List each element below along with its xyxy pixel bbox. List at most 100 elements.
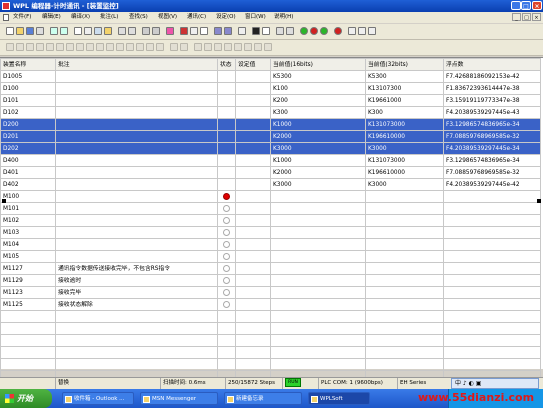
contact-nc-icon[interactable]: [16, 43, 24, 51]
table-row[interactable]: M105: [0, 250, 541, 263]
status-cell[interactable]: [217, 346, 236, 359]
vertical-line-icon[interactable]: [116, 43, 124, 51]
device-name-cell[interactable]: M105: [0, 250, 56, 263]
value-16-cell[interactable]: K5300: [270, 70, 366, 83]
value-16-cell[interactable]: [270, 190, 366, 203]
value-32-cell[interactable]: [365, 190, 444, 203]
table-row[interactable]: M104: [0, 238, 541, 251]
set-value-cell[interactable]: [235, 346, 271, 359]
parallel-nc-icon[interactable]: [36, 43, 44, 51]
value-32-cell[interactable]: K196610000: [365, 130, 444, 143]
value-32-cell[interactable]: [365, 250, 444, 263]
find-icon[interactable]: [118, 27, 126, 35]
task-outlook[interactable]: 收件箱 - Outlook ...: [62, 392, 134, 405]
ime-toolbar[interactable]: 中 ♪ ◐ ▣: [451, 378, 539, 389]
value-16-cell[interactable]: [270, 274, 366, 287]
status-cell[interactable]: [217, 82, 236, 95]
table-row[interactable]: D101 K200 K19661000 F3.15919119773347e-38: [0, 94, 541, 107]
value-32-cell[interactable]: K3000: [365, 142, 444, 155]
open-folder-icon[interactable]: [16, 27, 24, 35]
value-16-cell[interactable]: [270, 334, 366, 347]
set-value-cell[interactable]: [235, 226, 271, 239]
device-name-cell[interactable]: M101: [0, 202, 56, 215]
set-value-cell[interactable]: [235, 130, 271, 143]
horizontal-line-icon[interactable]: [126, 43, 134, 51]
device-name-cell[interactable]: D401: [0, 166, 56, 179]
set-value-cell[interactable]: [235, 310, 271, 323]
delete-line-icon[interactable]: [136, 43, 144, 51]
instruction-mode-icon[interactable]: [190, 27, 198, 35]
jump-icon[interactable]: [180, 43, 188, 51]
float-cell[interactable]: [443, 202, 541, 215]
value-16-cell[interactable]: [270, 358, 366, 371]
table-row[interactable]: D402 K3000 K3000 F4.20389539297445e-42: [0, 178, 541, 191]
ladder-mode-icon[interactable]: [180, 27, 188, 35]
value-32-cell[interactable]: K13107300: [365, 82, 444, 95]
device-name-cell[interactable]: [0, 358, 56, 371]
status-cell[interactable]: [217, 274, 236, 287]
set-value-cell[interactable]: [235, 286, 271, 299]
status-cell[interactable]: [217, 262, 236, 275]
status-cell[interactable]: [217, 250, 236, 263]
task-wplsoft[interactable]: WPLSoft: [308, 392, 370, 405]
value-32-cell[interactable]: [365, 286, 444, 299]
float-cell[interactable]: F7.42688186092153e-42: [443, 70, 541, 83]
value-32-cell[interactable]: [365, 238, 444, 251]
cut-icon[interactable]: [84, 27, 92, 35]
application-instruction-icon[interactable]: [96, 43, 104, 51]
value-16-cell[interactable]: [270, 214, 366, 227]
parallel-no-icon[interactable]: [26, 43, 34, 51]
float-cell[interactable]: F3.12986574836965e-34: [443, 118, 541, 131]
set-value-cell[interactable]: [235, 82, 271, 95]
comment-cell[interactable]: [55, 310, 218, 323]
menu-comment[interactable]: 批注(L): [100, 12, 118, 23]
table-row[interactable]: [0, 322, 541, 335]
device-name-cell[interactable]: [0, 346, 56, 359]
run-icon[interactable]: [300, 27, 308, 35]
set-value-cell[interactable]: [235, 334, 271, 347]
table-row[interactable]: M100: [0, 190, 541, 203]
redo-icon[interactable]: [60, 27, 68, 35]
zoom-in-icon[interactable]: [142, 27, 150, 35]
undo-icon[interactable]: [50, 27, 58, 35]
value-32-cell[interactable]: [365, 202, 444, 215]
sfc-mode-icon[interactable]: [200, 27, 208, 35]
float-cell[interactable]: [443, 286, 541, 299]
table-row[interactable]: M1125 接收状态解除: [0, 298, 541, 311]
comment-cell[interactable]: [55, 142, 218, 155]
timing-chart-icon[interactable]: [262, 27, 270, 35]
comment-cell[interactable]: [55, 322, 218, 335]
start-button[interactable]: 开始: [0, 389, 52, 408]
menu-options[interactable]: 设定(O): [216, 12, 236, 23]
compile-icon[interactable]: [214, 27, 222, 35]
column-header-status[interactable]: 状态: [217, 58, 236, 71]
decompile-icon[interactable]: [224, 27, 232, 35]
value-32-cell[interactable]: [365, 346, 444, 359]
device-table-icon[interactable]: [238, 27, 246, 35]
close-button[interactable]: ×: [532, 1, 542, 10]
comment-cell[interactable]: 通讯指令数据传送接收完毕，不包含RS指令: [55, 262, 218, 275]
value-32-cell[interactable]: K196610000: [365, 166, 444, 179]
zoom-out-icon[interactable]: [152, 27, 160, 35]
comment-cell[interactable]: [55, 178, 218, 191]
value-16-cell[interactable]: K300: [270, 106, 366, 119]
float-cell[interactable]: [443, 274, 541, 287]
set-value-cell[interactable]: [235, 178, 271, 191]
table-row[interactable]: D100 K100 K13107300 F1.83672393614447e-38: [0, 82, 541, 95]
column-header-float[interactable]: 浮点数: [443, 58, 541, 71]
device-name-cell[interactable]: M1129: [0, 274, 56, 287]
device-name-cell[interactable]: D1005: [0, 70, 56, 83]
copy-icon[interactable]: [94, 27, 102, 35]
status-cell[interactable]: [217, 358, 236, 371]
block-icon[interactable]: [234, 43, 242, 51]
float-cell[interactable]: [443, 226, 541, 239]
device-name-cell[interactable]: [0, 322, 56, 335]
float-cell[interactable]: F7.08859768969585e-32: [443, 166, 541, 179]
device-name-cell[interactable]: D101: [0, 94, 56, 107]
set-value-cell[interactable]: [235, 106, 271, 119]
value-32-cell[interactable]: [365, 214, 444, 227]
value-32-cell[interactable]: [365, 334, 444, 347]
status-cell[interactable]: [217, 226, 236, 239]
status-cell[interactable]: [217, 190, 236, 203]
value-32-cell[interactable]: K19661000: [365, 94, 444, 107]
